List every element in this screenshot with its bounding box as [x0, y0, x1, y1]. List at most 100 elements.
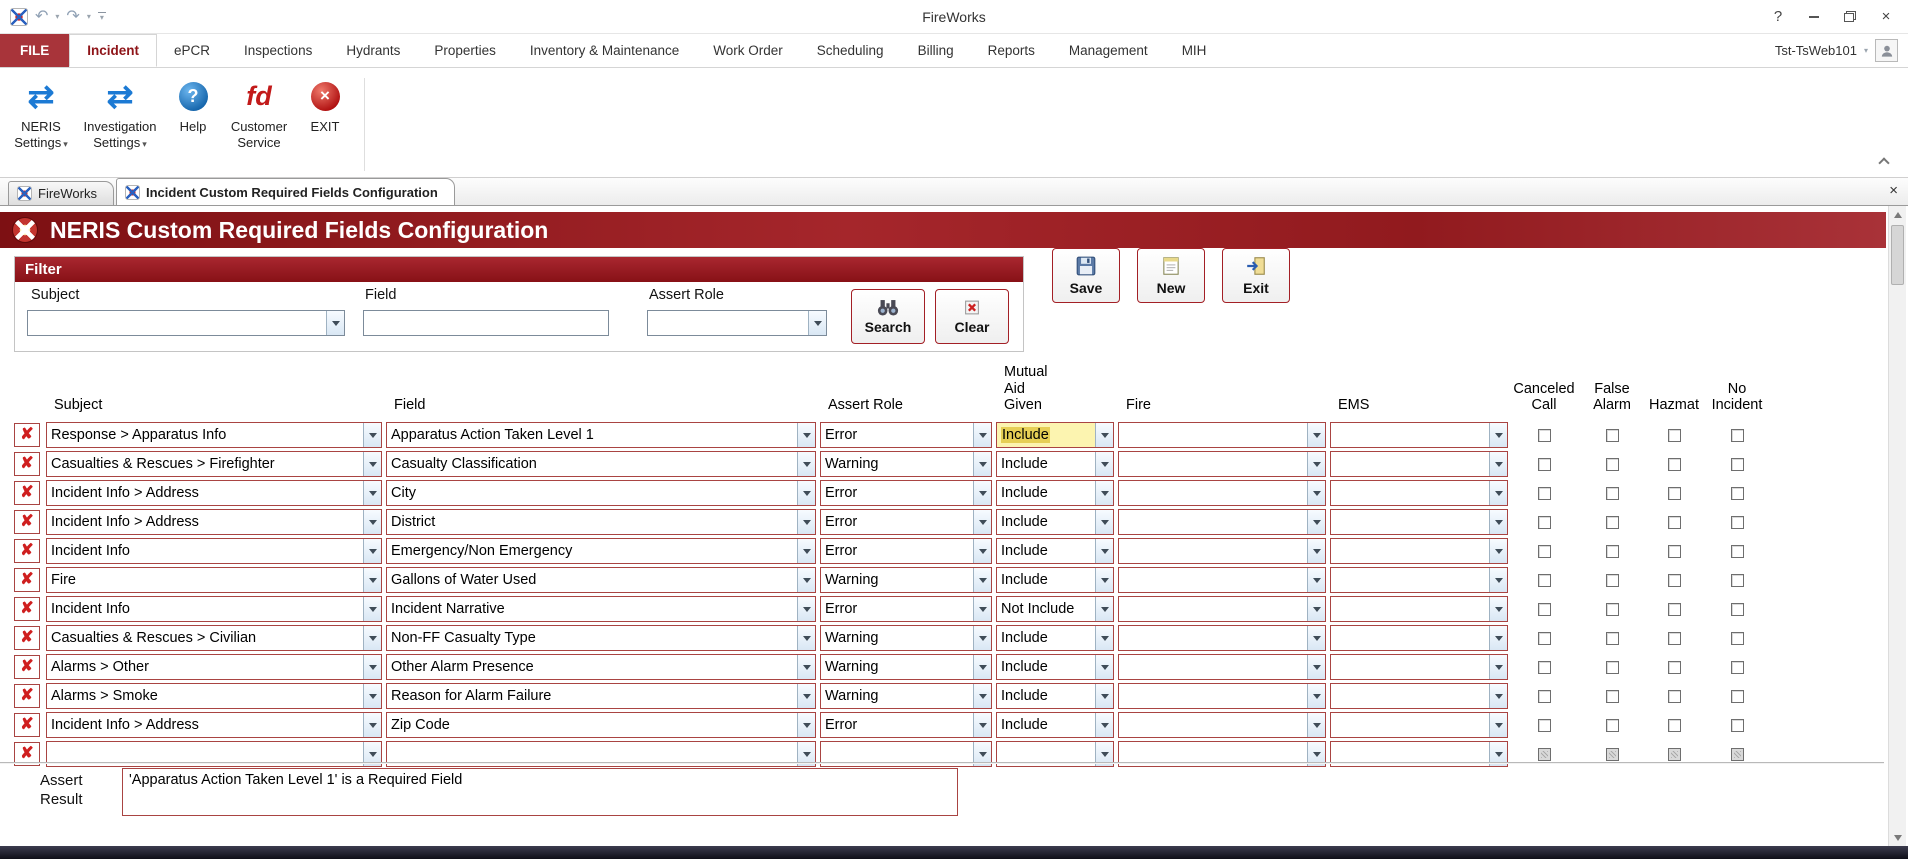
false-alarm-checkbox[interactable] [1606, 487, 1619, 500]
chevron-down-icon[interactable] [1489, 655, 1507, 679]
mutual-aid-combo[interactable]: Include [996, 509, 1114, 535]
chevron-down-icon[interactable] [797, 626, 815, 650]
subject-combo[interactable]: Incident Info [46, 538, 382, 564]
mutual-aid-combo[interactable]: Include [996, 654, 1114, 680]
chevron-down-icon[interactable] [973, 684, 991, 708]
filter-subject-combo[interactable] [27, 310, 345, 336]
chevron-down-icon[interactable] [973, 597, 991, 621]
delete-row-button[interactable]: ✘ [14, 568, 40, 592]
chevron-down-icon[interactable] [1307, 452, 1325, 476]
fire-combo[interactable] [1118, 422, 1326, 448]
chevron-down-icon[interactable] [1307, 568, 1325, 592]
assert-role-combo[interactable]: Warning [820, 625, 992, 651]
chevron-down-icon[interactable] [1489, 597, 1507, 621]
canceled-call-checkbox[interactable] [1538, 632, 1551, 645]
neris-settings-button[interactable]: ⇄ NERIS Settings▾ [6, 72, 76, 150]
hazmat-checkbox[interactable] [1668, 429, 1681, 442]
redo-dropdown-icon[interactable]: ▾ [87, 13, 91, 21]
fire-combo[interactable] [1118, 538, 1326, 564]
chevron-down-icon[interactable] [973, 452, 991, 476]
assert-role-combo[interactable]: Error [820, 422, 992, 448]
ribbon-tab-reports[interactable]: Reports [971, 34, 1052, 67]
chevron-down-icon[interactable] [973, 423, 991, 447]
false-alarm-checkbox[interactable] [1606, 632, 1619, 645]
ribbon-tab-inventory-maintenance[interactable]: Inventory & Maintenance [513, 34, 696, 67]
ribbon-tab-billing[interactable]: Billing [901, 34, 971, 67]
chevron-down-icon[interactable] [363, 655, 381, 679]
assert-role-combo[interactable]: Error [820, 596, 992, 622]
chevron-down-icon[interactable] [1307, 626, 1325, 650]
ems-combo[interactable] [1330, 567, 1508, 593]
ribbon-tab-incident[interactable]: Incident [69, 34, 157, 67]
ems-combo[interactable] [1330, 625, 1508, 651]
subject-combo[interactable]: Fire [46, 567, 382, 593]
field-combo[interactable]: Zip Code [386, 712, 816, 738]
chevron-down-icon[interactable] [1489, 684, 1507, 708]
mutual-aid-combo[interactable]: Include [996, 451, 1114, 477]
chevron-down-icon[interactable] [1489, 481, 1507, 505]
ems-combo[interactable] [1330, 654, 1508, 680]
hazmat-checkbox[interactable] [1668, 661, 1681, 674]
ems-combo[interactable] [1330, 480, 1508, 506]
delete-row-button[interactable]: ✘ [14, 684, 40, 708]
chevron-down-icon[interactable] [973, 510, 991, 534]
subject-combo[interactable]: Incident Info > Address [46, 509, 382, 535]
no-incident-checkbox[interactable] [1731, 719, 1744, 732]
chevron-down-icon[interactable] [363, 626, 381, 650]
ems-combo[interactable] [1330, 596, 1508, 622]
subject-combo[interactable]: Alarms > Smoke [46, 683, 382, 709]
ribbon-tab-hydrants[interactable]: Hydrants [329, 34, 417, 67]
field-combo[interactable]: Incident Narrative [386, 596, 816, 622]
no-incident-checkbox[interactable] [1731, 661, 1744, 674]
redo-icon[interactable]: ↷ [66, 9, 79, 25]
chevron-down-icon[interactable] [1489, 539, 1507, 563]
false-alarm-checkbox[interactable] [1606, 458, 1619, 471]
chevron-down-icon[interactable] [973, 568, 991, 592]
hazmat-checkbox[interactable] [1668, 458, 1681, 471]
canceled-call-checkbox[interactable] [1538, 603, 1551, 616]
hazmat-checkbox[interactable] [1668, 487, 1681, 500]
false-alarm-checkbox[interactable] [1606, 516, 1619, 529]
mutual-aid-combo[interactable]: Include [996, 538, 1114, 564]
investigation-settings-button[interactable]: ⇄ Investigation Settings▾ [76, 72, 164, 150]
false-alarm-checkbox[interactable] [1606, 690, 1619, 703]
collapse-ribbon-button[interactable] [1876, 155, 1892, 167]
field-combo[interactable]: Emergency/Non Emergency [386, 538, 816, 564]
chevron-down-icon[interactable] [1095, 568, 1113, 592]
no-incident-checkbox[interactable] [1731, 690, 1744, 703]
chevron-down-icon[interactable] [363, 452, 381, 476]
false-alarm-checkbox[interactable] [1606, 545, 1619, 558]
chevron-down-icon[interactable] [1489, 452, 1507, 476]
help-button[interactable]: ? Help [164, 72, 222, 135]
ems-combo[interactable] [1330, 451, 1508, 477]
canceled-call-checkbox[interactable] [1538, 487, 1551, 500]
false-alarm-checkbox[interactable] [1606, 603, 1619, 616]
chevron-down-icon[interactable] [797, 481, 815, 505]
assert-role-combo[interactable]: Warning [820, 451, 992, 477]
chevron-down-icon[interactable] [1095, 452, 1113, 476]
subject-combo[interactable]: Incident Info > Address [46, 712, 382, 738]
no-incident-checkbox[interactable] [1731, 545, 1744, 558]
chevron-down-icon[interactable] [363, 597, 381, 621]
chevron-down-icon[interactable] [1489, 626, 1507, 650]
delete-row-button[interactable]: ✘ [14, 481, 40, 505]
field-combo[interactable]: Non-FF Casualty Type [386, 625, 816, 651]
scroll-up-button[interactable] [1889, 206, 1906, 223]
close-tab-icon[interactable]: × [1889, 183, 1898, 198]
no-incident-checkbox[interactable] [1731, 516, 1744, 529]
user-menu[interactable]: Tst-TsWeb101 ▾ [1775, 34, 1908, 67]
chevron-down-icon[interactable] [797, 452, 815, 476]
chevron-down-icon[interactable] [1307, 684, 1325, 708]
chevron-down-icon[interactable] [973, 539, 991, 563]
chevron-down-icon[interactable] [1307, 655, 1325, 679]
assert-role-combo[interactable]: Warning [820, 567, 992, 593]
delete-row-button[interactable]: ✘ [14, 423, 40, 447]
field-combo[interactable]: Gallons of Water Used [386, 567, 816, 593]
no-incident-checkbox[interactable] [1731, 574, 1744, 587]
chevron-down-icon[interactable] [363, 481, 381, 505]
canceled-call-checkbox[interactable] [1538, 661, 1551, 674]
save-button[interactable]: Save [1052, 248, 1120, 303]
field-combo[interactable]: District [386, 509, 816, 535]
chevron-down-icon[interactable] [363, 684, 381, 708]
ribbon-tab-scheduling[interactable]: Scheduling [800, 34, 901, 67]
